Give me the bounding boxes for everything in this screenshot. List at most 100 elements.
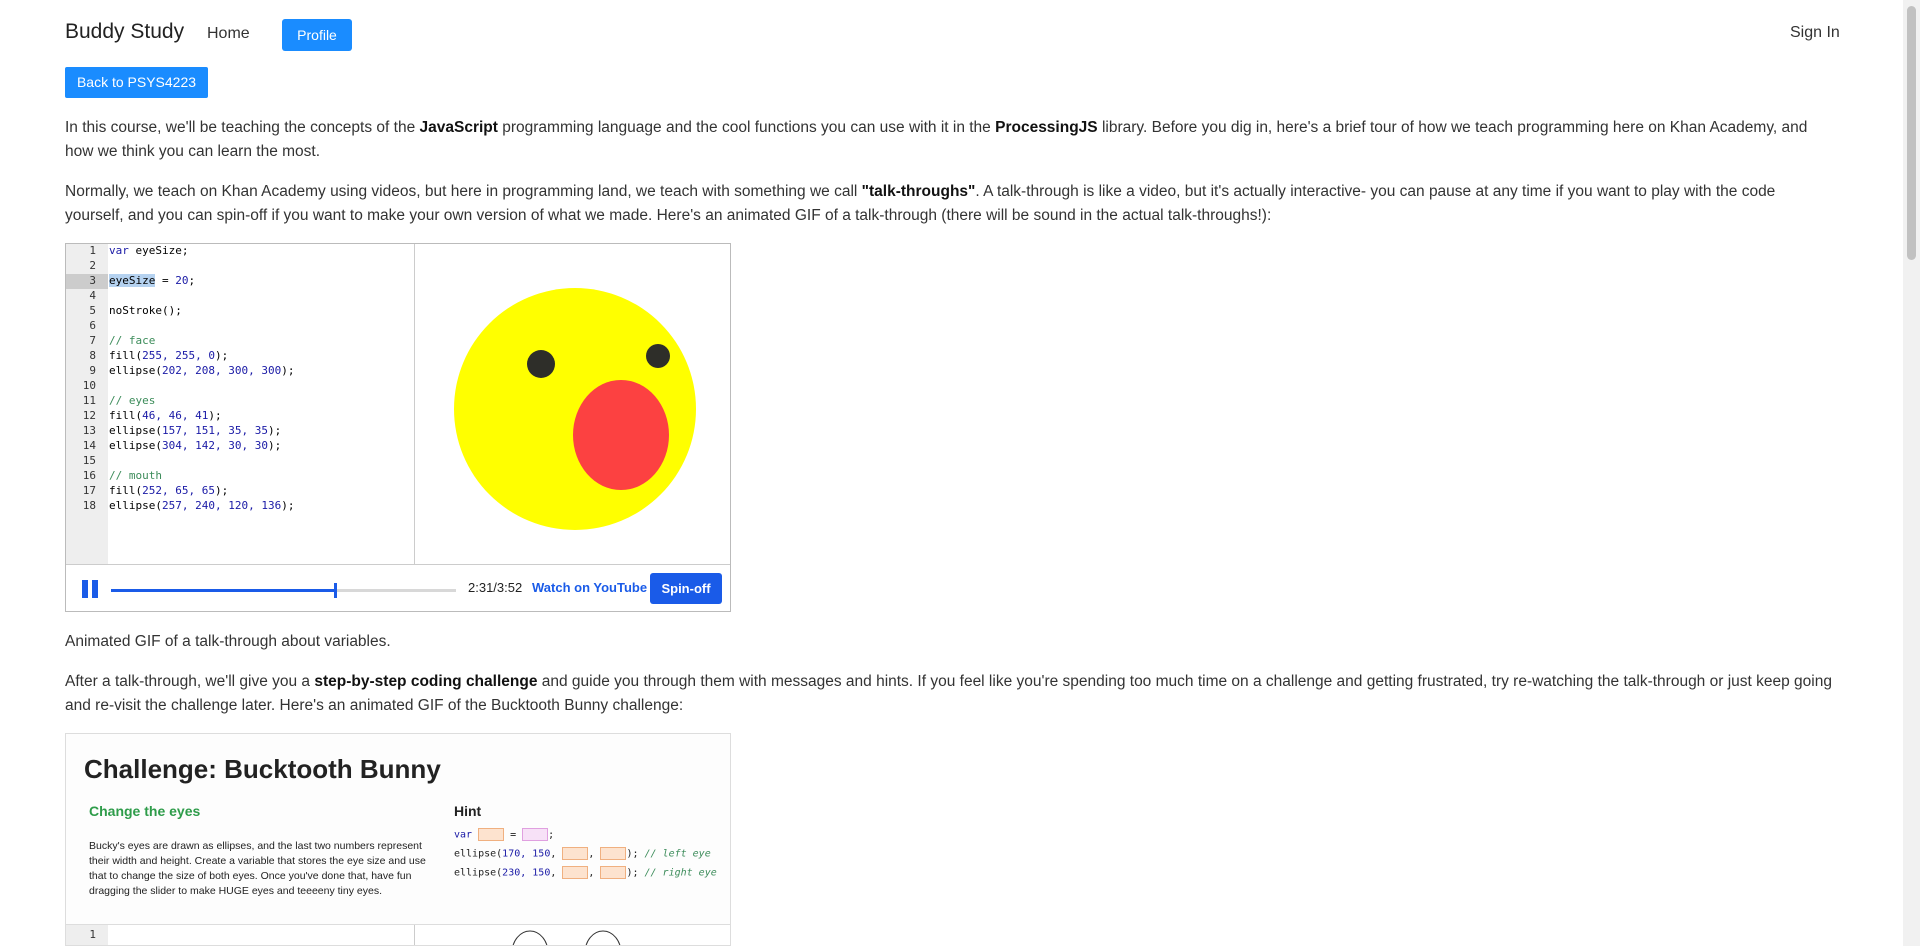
text: After a talk-through, we'll give you a — [65, 673, 315, 690]
talkthrough-caption: Animated GIF of a talk-through about var… — [65, 633, 391, 650]
line-number: 6 — [89, 319, 96, 332]
code-number: 202, 208, 300, 300 — [161, 364, 282, 377]
back-to-course-button[interactable]: Back to PSYS4223 — [65, 67, 208, 98]
code-line-16[interactable]: // mouth — [109, 469, 162, 482]
code-number: 170, 150 — [502, 848, 551, 860]
scrollbar-thumb[interactable] — [1907, 6, 1916, 260]
text: In this course, we'll be teaching the co… — [65, 119, 420, 136]
nav-profile-button[interactable]: Profile — [282, 19, 352, 51]
code-line-7[interactable]: // face — [109, 334, 155, 347]
text-bold: "talk-throughs" — [861, 183, 976, 200]
code-text: = — [504, 829, 523, 841]
navbar: Buddy Study Home Profile Sign In — [0, 0, 1900, 68]
code-text: ellipse( — [109, 439, 162, 452]
code-line-5[interactable]: noStroke(); — [109, 304, 182, 317]
player-controls: 2:31/3:52 Watch on YouTube Spin-off — [66, 564, 730, 612]
code-text: eyeSize; — [128, 244, 189, 257]
code-comment: // left eye — [644, 848, 711, 860]
bunny-preview — [512, 930, 621, 945]
spin-off-button[interactable]: Spin-off — [650, 573, 722, 604]
hint-line-3: ellipse(230, 150, , ); // right eye — [454, 866, 717, 879]
code-line-3[interactable]: eyeSize = 20; — [109, 274, 195, 287]
code-number: 157, 151, 35, 35 — [161, 424, 268, 437]
code-line-8[interactable]: fill(255, 255, 0); — [109, 349, 228, 362]
line-number: 12 — [82, 409, 96, 422]
challenge-paragraph: After a talk-through, we'll give you a s… — [65, 670, 1835, 718]
line-number: 16 — [82, 469, 96, 482]
line-number: 13 — [82, 424, 96, 437]
blank-box — [478, 828, 505, 841]
watch-on-youtube-link[interactable]: Watch on YouTube — [532, 580, 647, 595]
code-text: ); — [214, 349, 229, 362]
line-number: 11 — [82, 394, 96, 407]
code-text: ; — [188, 274, 196, 287]
line-number: 4 — [89, 289, 96, 302]
code-comment: // right eye — [644, 867, 717, 879]
code-number: 252, 65, 65 — [142, 484, 215, 497]
code-keyword: var — [454, 829, 473, 841]
progress-slider[interactable] — [111, 583, 456, 598]
line-number: 15 — [82, 454, 96, 467]
line-number: 2 — [89, 259, 96, 272]
hint-line-1: var = ; — [454, 828, 555, 841]
code-text: ); — [281, 364, 295, 377]
line-number: 7 — [89, 334, 96, 347]
mouth-ellipse — [573, 380, 669, 490]
challenge-editor: 1 — [66, 924, 730, 945]
line-number: 3 — [89, 274, 96, 287]
code-line-13[interactable]: ellipse(157, 151, 35, 35); — [109, 424, 281, 437]
blank-box — [600, 847, 627, 860]
code-number: 230, 150 — [502, 867, 551, 879]
right-eye-ellipse — [646, 344, 670, 368]
line-number: 18 — [82, 499, 96, 512]
code-text: ); — [281, 499, 295, 512]
pause-icon[interactable] — [82, 580, 98, 598]
challenge-title: Challenge: Bucktooth Bunny — [84, 754, 441, 784]
code-text: ellipse( — [454, 848, 503, 860]
code-text: fill( — [109, 484, 143, 497]
code-text: fill( — [109, 409, 143, 422]
code-number: 20 — [175, 274, 189, 287]
code-line-1[interactable]: var eyeSize; — [109, 244, 188, 257]
nav-home-link[interactable]: Home — [207, 25, 250, 43]
text-bold: ProcessingJS — [995, 119, 1098, 136]
playback-time: 2:31/3:52 — [468, 580, 523, 595]
talkthrough-player: 1 2 3 4 5 6 7 8 9 10 11 12 13 14 15 16 17 18 var eyeSize;… — [65, 243, 731, 612]
blank-box — [522, 828, 549, 841]
brand-logo[interactable]: Buddy Study — [65, 20, 184, 44]
line-number: 1 — [89, 244, 96, 257]
challenge-canvas — [414, 925, 730, 945]
face-drawing — [454, 288, 696, 530]
challenge-preview: Challenge: Bucktooth Bunny Change the ey… — [65, 733, 731, 946]
blank-box — [600, 866, 627, 879]
code-line-17[interactable]: fill(252, 65, 65); — [109, 484, 228, 497]
line-number: 5 — [89, 304, 96, 317]
page-scrollbar[interactable] — [1903, 0, 1920, 946]
code-text: ); — [208, 409, 222, 422]
code-number: 255, 255, 0 — [142, 349, 215, 362]
code-number: 257, 240, 120, 136 — [161, 499, 282, 512]
line-number: 1 — [89, 928, 96, 941]
code-keyword: var — [109, 244, 129, 257]
progress-handle[interactable] — [334, 583, 338, 598]
challenge-description: Bucky's eyes are drawn as ellipses, and … — [89, 840, 426, 897]
line-number: 8 — [89, 349, 96, 362]
intro-paragraph: In this course, we'll be teaching the co… — [65, 116, 1835, 164]
code-line-11[interactable]: // eyes — [109, 394, 155, 407]
code-number: 46, 46, 41 — [142, 409, 209, 422]
line-number: 17 — [82, 484, 96, 497]
code-line-9[interactable]: ellipse(202, 208, 300, 300); — [109, 364, 294, 377]
blank-box — [562, 866, 589, 879]
blank-box — [562, 847, 589, 860]
output-canvas — [414, 244, 731, 564]
code-text: = — [155, 274, 176, 287]
code-line-12[interactable]: fill(46, 46, 41); — [109, 409, 222, 422]
line-number: 14 — [82, 439, 96, 452]
code-text: ellipse( — [454, 867, 503, 879]
code-text: ellipse( — [109, 499, 162, 512]
text-bold: JavaScript — [419, 119, 498, 136]
code-line-14[interactable]: ellipse(304, 142, 30, 30); — [109, 439, 281, 452]
sign-in-link[interactable]: Sign In — [1790, 24, 1840, 42]
code-line-18[interactable]: ellipse(257, 240, 120, 136); — [109, 499, 294, 512]
code-text: fill( — [109, 349, 143, 362]
